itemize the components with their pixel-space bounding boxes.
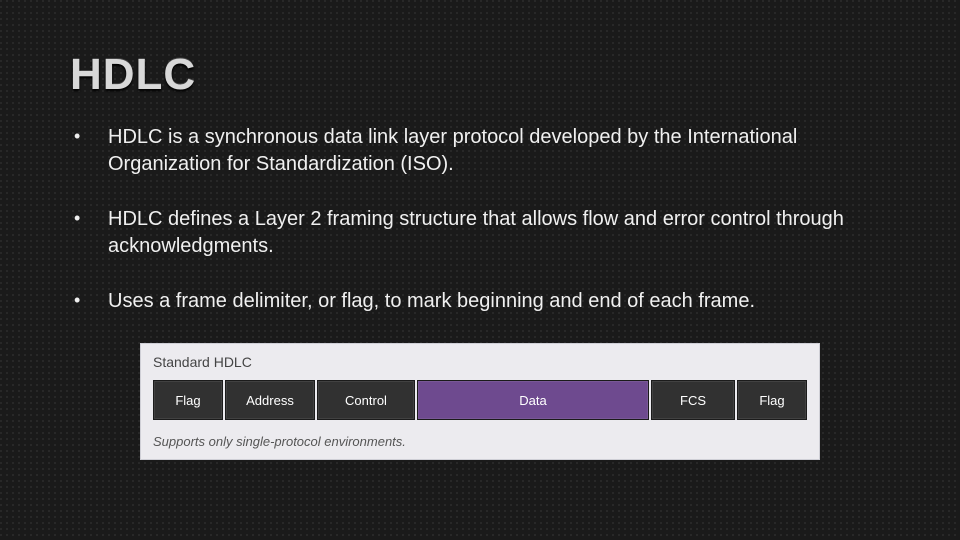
bullet-icon: • [74,124,108,149]
frame-field-flag: Flag [737,380,807,420]
bullet-icon: • [74,206,108,231]
bullet-text: HDLC is a synchronous data link layer pr… [108,124,890,178]
bullet-list: • HDLC is a synchronous data link layer … [74,124,890,315]
slide-title: HDLC [70,50,890,100]
frame-row: Flag Address Control Data FCS Flag [153,380,807,420]
frame-field-data: Data [417,380,649,420]
figure-title: Standard HDLC [153,354,807,370]
list-item: • Uses a frame delimiter, or flag, to ma… [74,288,890,315]
frame-field-control: Control [317,380,415,420]
frame-field-fcs: FCS [651,380,735,420]
bullet-text: HDLC defines a Layer 2 framing structure… [108,206,890,260]
figure-caption: Supports only single-protocol environmen… [153,434,807,449]
frame-field-flag: Flag [153,380,223,420]
frame-field-address: Address [225,380,315,420]
slide: HDLC • HDLC is a synchronous data link l… [0,0,960,540]
bullet-text: Uses a frame delimiter, or flag, to mark… [108,288,890,315]
bullet-icon: • [74,288,108,313]
list-item: • HDLC is a synchronous data link layer … [74,124,890,178]
list-item: • HDLC defines a Layer 2 framing structu… [74,206,890,260]
hdlc-figure: Standard HDLC Flag Address Control Data … [140,343,820,460]
